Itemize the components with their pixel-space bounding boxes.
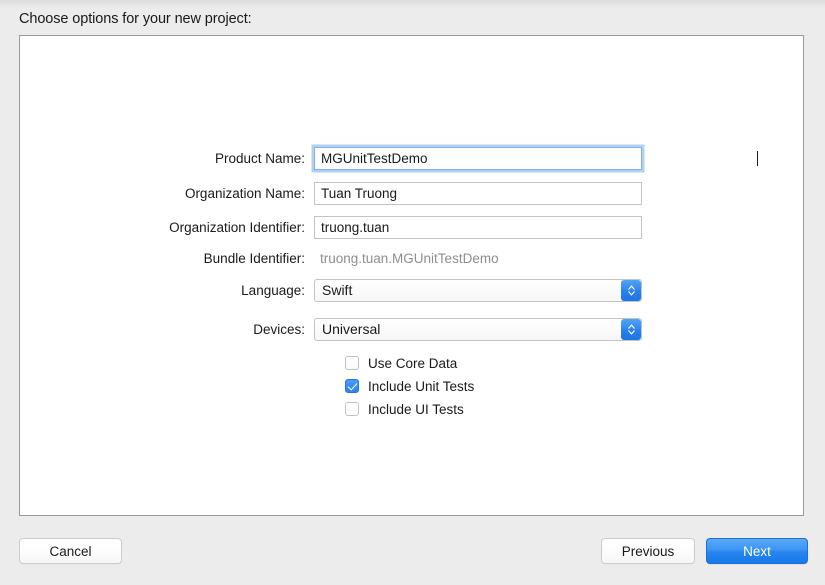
window-top-edge <box>0 0 825 9</box>
text-caret <box>757 150 758 166</box>
devices-select-value: Universal <box>314 317 642 341</box>
checkbox-box-include-ui-tests[interactable] <box>345 402 359 416</box>
organization-name-input[interactable] <box>314 181 642 205</box>
checkbox-box-include-unit-tests[interactable] <box>345 379 359 393</box>
checkbox-include-ui-tests[interactable]: Include UI Tests <box>345 400 464 418</box>
label-language: Language: <box>241 282 305 298</box>
checkbox-include-unit-tests[interactable]: Include Unit Tests <box>345 377 474 395</box>
page-title: Choose options for your new project: <box>19 11 252 27</box>
form-row-organization-identifier: Organization Identifier: <box>20 215 642 239</box>
next-button[interactable]: Next <box>706 538 808 564</box>
form-row-language: Language: Swift <box>20 278 642 302</box>
label-bundle-identifier: Bundle Identifier: <box>203 250 305 266</box>
form-row-bundle-identifier: Bundle Identifier: truong.tuan.MGUnitTes… <box>20 246 499 270</box>
devices-select[interactable]: Universal <box>314 317 642 341</box>
form-row-devices: Devices: Universal <box>20 317 642 341</box>
options-panel: Product Name: Organization Name: Organiz… <box>19 35 804 516</box>
label-organization-name: Organization Name: <box>184 185 305 201</box>
organization-identifier-input[interactable] <box>314 215 642 239</box>
bundle-identifier-value: truong.tuan.MGUnitTestDemo <box>320 250 499 266</box>
form-row-organization-name: Organization Name: <box>20 181 642 205</box>
language-select[interactable]: Swift <box>314 278 642 302</box>
cancel-button[interactable]: Cancel <box>19 538 122 564</box>
checkbox-label-use-core-data: Use Core Data <box>368 355 458 371</box>
form-row-product-name: Product Name: <box>20 146 758 170</box>
product-name-input[interactable] <box>314 146 642 170</box>
chevron-up-down-icon[interactable] <box>621 318 641 340</box>
label-devices: Devices: <box>253 321 305 337</box>
checkbox-use-core-data[interactable]: Use Core Data <box>345 354 457 372</box>
chevron-up-down-icon[interactable] <box>621 279 641 301</box>
checkbox-label-include-ui-tests: Include UI Tests <box>368 401 464 417</box>
checkbox-box-use-core-data[interactable] <box>345 356 359 370</box>
checkbox-label-include-unit-tests: Include Unit Tests <box>368 378 475 394</box>
previous-button[interactable]: Previous <box>601 538 695 564</box>
language-select-value: Swift <box>314 278 642 302</box>
label-organization-identifier: Organization Identifier: <box>169 219 305 235</box>
label-product-name: Product Name: <box>214 150 305 166</box>
